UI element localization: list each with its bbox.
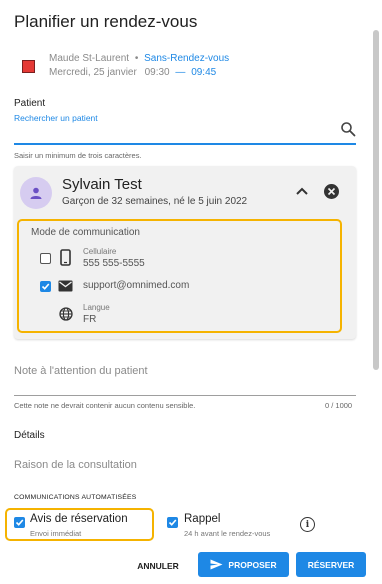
event-location: Maude St-Laurent bbox=[49, 53, 130, 64]
cancel-button[interactable]: ANNULER bbox=[126, 556, 190, 576]
send-icon bbox=[210, 559, 223, 570]
check-icon bbox=[41, 283, 50, 290]
avatar bbox=[20, 177, 52, 209]
close-x-glyph bbox=[327, 187, 336, 196]
reserve-button[interactable]: RÉSERVER bbox=[296, 552, 366, 577]
automated-communications-title: COMMUNICATIONS AUTOMATISÉES bbox=[14, 494, 137, 501]
email-icon bbox=[58, 280, 73, 292]
patient-name: Sylvain Test bbox=[62, 176, 142, 193]
event-end-time[interactable]: 09:45 bbox=[191, 67, 216, 78]
search-underline bbox=[14, 143, 356, 145]
dialog-title: Planifier un rendez-vous bbox=[14, 12, 198, 31]
person-icon bbox=[30, 187, 42, 199]
scrollbar[interactable] bbox=[373, 30, 379, 370]
reminder-sub: 24 h avant le rendez-vous bbox=[184, 529, 271, 538]
email-checkbox[interactable] bbox=[40, 281, 51, 292]
event-time-dash: — bbox=[175, 67, 186, 78]
phone-label: Cellulaire bbox=[83, 247, 117, 256]
search-icon[interactable] bbox=[340, 121, 356, 137]
note-counter: 0 / 1000 bbox=[325, 401, 353, 410]
patient-subtitle: Garçon de 32 semaines, né le 5 juin 2022 bbox=[62, 196, 248, 207]
communication-title: Mode de communication bbox=[31, 227, 140, 238]
close-icon[interactable] bbox=[324, 184, 339, 199]
reminder-label: Rappel bbox=[184, 513, 221, 525]
globe-icon bbox=[59, 307, 73, 321]
patient-label: Patient bbox=[14, 98, 46, 109]
check-icon bbox=[15, 519, 24, 526]
event-start-time[interactable]: 09:30 bbox=[145, 67, 170, 78]
reason-input[interactable]: Raison de la consultation bbox=[14, 459, 137, 471]
phone-value: 555 555-5555 bbox=[83, 258, 145, 269]
note-underline bbox=[14, 395, 356, 396]
info-icon[interactable]: i bbox=[300, 517, 315, 532]
check-icon bbox=[168, 519, 177, 526]
booking-notice-label: Avis de réservation bbox=[30, 513, 128, 525]
phone-icon bbox=[60, 249, 71, 266]
propose-button[interactable]: PROPOSER bbox=[198, 552, 289, 577]
reminder-checkbox[interactable] bbox=[167, 517, 178, 528]
details-title: Détails bbox=[14, 430, 45, 441]
email-value: support@omnimed.com bbox=[83, 280, 190, 291]
note-hint: Cette note ne devrait contenir aucun con… bbox=[14, 401, 196, 410]
search-hint: Saisir un minimum de trois caractères. bbox=[14, 151, 142, 160]
chevron-up-icon[interactable] bbox=[295, 185, 309, 197]
event-separator: • bbox=[134, 53, 139, 64]
propose-button-label: PROPOSER bbox=[228, 559, 277, 570]
language-label: Langue bbox=[83, 303, 110, 312]
language-value: FR bbox=[83, 314, 97, 325]
event-date: Mercredi, 25 janvier bbox=[49, 67, 137, 78]
booking-notice-sub: Envoi immédiat bbox=[30, 529, 82, 538]
event-color-swatch bbox=[22, 60, 35, 73]
booking-notice-checkbox[interactable] bbox=[14, 517, 25, 528]
patient-note-input[interactable]: Note à l'attention du patient bbox=[14, 365, 148, 377]
phone-checkbox[interactable] bbox=[40, 253, 51, 264]
reserve-button-label: RÉSERVER bbox=[307, 559, 355, 570]
patient-search-input[interactable]: Rechercher un patient bbox=[14, 113, 98, 123]
event-type[interactable]: Sans-Rendez-vous bbox=[144, 53, 229, 64]
event-summary: Maude St-Laurent • Sans-Rendez-vous Merc… bbox=[22, 52, 229, 80]
